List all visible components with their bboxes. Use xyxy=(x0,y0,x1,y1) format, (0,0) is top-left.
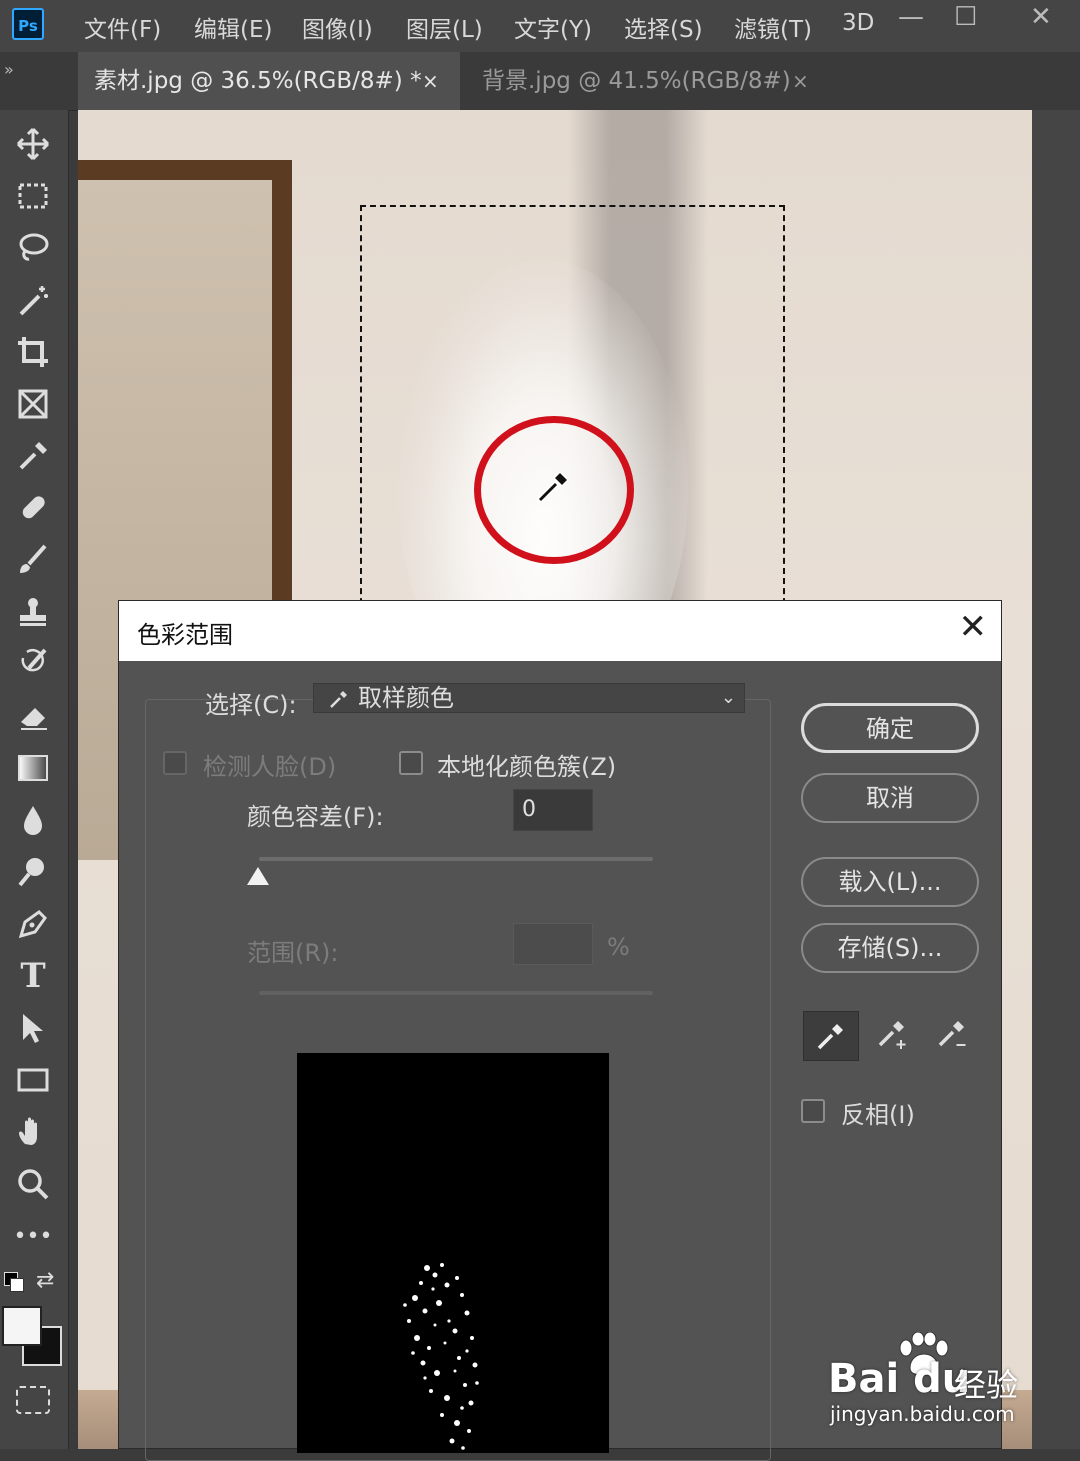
menu-bar: Ps 文件(F) 编辑(E) 图像(I) 图层(L) 文字(Y) 选择(S) 滤… xyxy=(0,0,1080,52)
maximize-icon[interactable]: ☐ xyxy=(954,2,977,32)
baidu-watermark: Bai du 经验 jingyan.baidu.com xyxy=(828,1332,1058,1432)
default-colors-icon[interactable] xyxy=(4,1272,24,1292)
menu-edit[interactable]: 编辑(E) xyxy=(194,10,272,44)
detect-faces-label: 检测人脸(D) xyxy=(203,753,337,781)
cancel-button[interactable]: 取消 xyxy=(801,773,979,823)
blur-icon[interactable] xyxy=(10,798,56,842)
baidu-brand: Bai du xyxy=(828,1356,971,1402)
select-value: 取样颜色 xyxy=(358,684,454,712)
magic-wand-icon[interactable] xyxy=(10,278,56,322)
detect-faces-checkbox[interactable] xyxy=(163,751,187,775)
dodge-icon[interactable] xyxy=(10,850,56,894)
stamp-icon[interactable] xyxy=(10,590,56,634)
color-range-dialog: 色彩范围 ✕ 选择(C): 取样颜色 ⌄ 检测人脸(D) 本地化颜色簇(Z) 颜… xyxy=(118,600,1002,1461)
fuzziness-label: 颜色容差(F): xyxy=(247,803,384,831)
select-dropdown[interactable]: 取样颜色 ⌄ xyxy=(313,683,745,713)
menu-select[interactable]: 选择(S) xyxy=(624,10,703,44)
tab-title: 素材.jpg @ 36.5%(RGB/8#) * xyxy=(94,68,422,94)
tab-close-icon[interactable]: × xyxy=(422,52,439,110)
gradient-icon[interactable] xyxy=(10,746,56,790)
crop-icon[interactable] xyxy=(10,330,56,374)
dialog-title-bar: 色彩范围 ✕ xyxy=(119,601,1001,661)
dialog-close-icon[interactable]: ✕ xyxy=(959,607,988,647)
subtract-from-sample-icon[interactable] xyxy=(925,1011,979,1059)
tools-panel: T ••• ⇄ xyxy=(0,110,69,1449)
zoom-icon[interactable] xyxy=(10,1162,56,1206)
frame-icon[interactable] xyxy=(10,382,56,426)
eyedropper-tool-icon[interactable] xyxy=(803,1011,859,1061)
selection-preview xyxy=(297,1053,609,1453)
healing-brush-icon[interactable] xyxy=(10,486,56,530)
collapse-panel-icon[interactable]: » xyxy=(4,60,14,79)
watermark-url: jingyan.baidu.com xyxy=(830,1402,1015,1426)
add-to-sample-icon[interactable] xyxy=(865,1011,919,1059)
swap-colors-icon[interactable]: ⇄ xyxy=(36,1268,54,1293)
menu-layer[interactable]: 图层(L) xyxy=(406,10,483,44)
dialog-title: 色彩范围 xyxy=(137,621,233,649)
range-slider-track xyxy=(259,991,653,995)
menu-file[interactable]: 文件(F) xyxy=(84,10,161,44)
tab-material[interactable]: 素材.jpg @ 36.5%(RGB/8#) * × xyxy=(78,52,460,110)
tab-title: 背景.jpg @ 41.5%(RGB/8#) xyxy=(482,68,791,94)
hand-icon[interactable] xyxy=(10,1110,56,1154)
invert-checkbox[interactable] xyxy=(801,1099,825,1123)
menu-3d[interactable]: 3D xyxy=(842,10,874,36)
chevron-down-icon: ⌄ xyxy=(720,687,736,708)
menu-filter[interactable]: 滤镜(T) xyxy=(734,10,812,44)
foreground-color-swatch[interactable] xyxy=(2,1306,42,1346)
quick-mask-icon[interactable] xyxy=(16,1386,50,1414)
fuzziness-slider-track[interactable] xyxy=(259,857,653,861)
localized-clusters-checkbox[interactable] xyxy=(399,751,423,775)
path-select-icon[interactable] xyxy=(10,1006,56,1050)
save-button[interactable]: 存储(S)... xyxy=(801,923,979,973)
eyedropper-cursor-icon xyxy=(537,470,570,503)
select-label: 选择(C): xyxy=(205,691,297,719)
localized-clusters-label: 本地化颜色簇(Z) xyxy=(437,753,617,781)
menu-type[interactable]: 文字(Y) xyxy=(514,10,592,44)
range-label: 范围(R): xyxy=(247,939,339,967)
eyedropper-icon xyxy=(330,691,347,708)
eyedropper-icon[interactable] xyxy=(10,434,56,478)
range-unit: % xyxy=(607,933,630,961)
move-icon[interactable] xyxy=(10,122,56,166)
window-close-icon[interactable]: ✕ xyxy=(1030,2,1052,32)
document-tab-bar: » 素材.jpg @ 36.5%(RGB/8#) * × 背景.jpg @ 41… xyxy=(0,52,1080,111)
more-icon[interactable]: ••• xyxy=(10,1214,56,1258)
tab-close-icon[interactable]: × xyxy=(792,52,809,110)
lasso-icon[interactable] xyxy=(10,226,56,270)
tab-background[interactable]: 背景.jpg @ 41.5%(RGB/8#) × xyxy=(462,52,822,110)
eraser-icon[interactable] xyxy=(10,694,56,738)
brush-icon[interactable] xyxy=(10,538,56,582)
ok-button[interactable]: 确定 xyxy=(801,703,979,753)
invert-label: 反相(I) xyxy=(841,1101,915,1129)
history-brush-icon[interactable] xyxy=(10,642,56,686)
photoshop-logo: Ps xyxy=(12,8,44,40)
load-button[interactable]: 载入(L)... xyxy=(801,857,979,907)
minimize-icon[interactable]: — xyxy=(898,2,924,32)
rect-marquee-icon[interactable] xyxy=(10,174,56,218)
type-icon[interactable]: T xyxy=(10,954,56,998)
baidu-jingyan: 经验 xyxy=(954,1366,1019,1404)
preview-mask xyxy=(403,1263,479,1450)
panel-edge xyxy=(1032,110,1080,1449)
menu-image[interactable]: 图像(I) xyxy=(302,10,373,44)
rectangle-icon[interactable] xyxy=(10,1058,56,1102)
fuzziness-input[interactable]: 0 xyxy=(513,789,593,831)
fuzziness-slider-thumb[interactable] xyxy=(247,867,269,885)
range-input xyxy=(513,923,593,965)
pen-icon[interactable] xyxy=(10,902,56,946)
